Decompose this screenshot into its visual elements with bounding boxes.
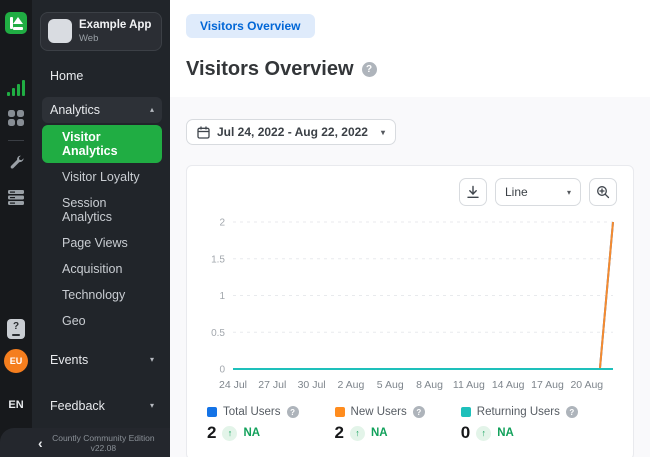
trend-value: NA	[243, 427, 260, 439]
sidebar-item-home[interactable]: Home	[42, 63, 162, 89]
version-text: Countly Community Edition v22.08	[43, 433, 170, 453]
title-help-icon[interactable]: ?	[362, 62, 377, 77]
legend-label: Total Users	[223, 406, 281, 418]
svg-text:0.5: 0.5	[211, 328, 225, 339]
legend-help-icon[interactable]: ?	[413, 406, 425, 418]
legend-help-icon[interactable]: ?	[287, 406, 299, 418]
date-range-value: Jul 24, 2022 - Aug 22, 2022	[217, 125, 368, 139]
plugins-wrench-icon[interactable]	[6, 153, 26, 171]
svg-text:27 Jul: 27 Jul	[258, 379, 286, 391]
visitors-chart-card: Line ▾ 0 0.5 1 1.5 2 24 Jul 27 Jul 30 Jul 2 Aug 5…	[186, 165, 634, 457]
returning-users-swatch	[461, 407, 471, 417]
trend-up-icon: ↑	[222, 426, 237, 441]
date-range-picker[interactable]: Jul 24, 2022 - Aug 22, 2022 ▾	[186, 119, 396, 145]
chevron-down-icon: ▾	[150, 355, 154, 364]
legend-item-total-users[interactable]: Total Users ? 2 ↑ NA	[207, 406, 299, 443]
svg-text:17 Aug: 17 Aug	[531, 379, 564, 391]
chevron-down-icon: ▾	[150, 401, 154, 410]
download-chart-button[interactable]	[459, 178, 487, 206]
svg-text:1: 1	[219, 291, 225, 302]
sidebar-footer-bar: ‹ Countly Community Edition v22.08	[0, 428, 170, 457]
app-type: Web	[79, 33, 151, 44]
app-name: Example App	[79, 19, 151, 33]
svg-text:5 Aug: 5 Aug	[377, 379, 404, 391]
zoom-chart-button[interactable]	[589, 178, 617, 206]
rail-divider	[8, 140, 24, 141]
total-users-swatch	[207, 407, 217, 417]
legend-item-new-users[interactable]: New Users ? 2 ↑ NA	[335, 406, 425, 443]
sidebar-section-analytics[interactable]: Analytics▴	[42, 97, 162, 123]
calendar-icon	[197, 126, 210, 139]
app-thumbnail	[48, 19, 72, 43]
sidebar-item-session-analytics[interactable]: Session Analytics	[42, 191, 162, 229]
management-stack-icon[interactable]	[6, 187, 26, 205]
new-users-value: 2	[335, 423, 344, 443]
legend-help-icon[interactable]: ?	[566, 406, 578, 418]
user-avatar[interactable]: EU	[4, 349, 28, 373]
legend-label: New Users	[351, 406, 407, 418]
left-navigation: ? EU EN Example App Web Home Analytics▴ …	[0, 0, 170, 457]
download-icon	[466, 185, 480, 199]
sidebar-item-page-views[interactable]: Page Views	[42, 231, 162, 255]
chevron-down-icon: ▾	[567, 188, 571, 197]
svg-text:1.5: 1.5	[211, 254, 225, 265]
apps-grid-icon[interactable]	[6, 108, 26, 126]
sidebar: Example App Web Home Analytics▴ Visitor …	[32, 0, 170, 457]
legend-label: Returning Users	[477, 406, 560, 418]
svg-text:2 Aug: 2 Aug	[337, 379, 364, 391]
analytics-bars-icon[interactable]	[6, 78, 26, 96]
sidebar-section-feedback[interactable]: Feedback▾	[42, 393, 162, 419]
sidebar-item-technology[interactable]: Technology	[42, 283, 162, 307]
language-selector[interactable]: EN	[8, 399, 23, 411]
magnifier-plus-icon	[596, 185, 610, 199]
sidebar-item-acquisition[interactable]: Acquisition	[42, 257, 162, 281]
svg-text:20 Aug: 20 Aug	[570, 379, 603, 391]
svg-text:2: 2	[219, 218, 225, 229]
icon-rail: ? EU EN	[0, 0, 32, 457]
trend-value: NA	[497, 427, 514, 439]
sidebar-item-geo[interactable]: Geo	[42, 309, 162, 333]
app-selector[interactable]: Example App Web	[40, 12, 162, 51]
svg-text:14 Aug: 14 Aug	[492, 379, 525, 391]
trend-value: NA	[371, 427, 388, 439]
breadcrumb-badge[interactable]: Visitors Overview	[186, 14, 315, 38]
svg-text:0: 0	[219, 365, 225, 376]
svg-text:8 Aug: 8 Aug	[416, 379, 443, 391]
legend-item-returning-users[interactable]: Returning Users ? 0 ↑ NA	[461, 406, 578, 443]
content-area: Jul 24, 2022 - Aug 22, 2022 ▾ Line ▾ 0 0.…	[170, 97, 650, 457]
returning-users-value: 0	[461, 423, 470, 443]
svg-text:30 Jul: 30 Jul	[298, 379, 326, 391]
main-content: Visitors Overview Visitors Overview ? Ju…	[170, 0, 650, 457]
svg-text:11 Aug: 11 Aug	[453, 379, 485, 391]
new-users-swatch	[335, 407, 345, 417]
page-title: Visitors Overview	[186, 58, 354, 81]
sidebar-item-visitor-loyalty[interactable]: Visitor Loyalty	[42, 165, 162, 189]
help-center-icon[interactable]: ?	[7, 319, 25, 339]
trend-up-icon: ↑	[476, 426, 491, 441]
sidebar-section-events[interactable]: Events▾	[42, 347, 162, 373]
chart-type-value: Line	[505, 185, 528, 199]
chart-legend: Total Users ? 2 ↑ NA New Users ?	[203, 406, 617, 443]
trend-up-icon: ↑	[350, 426, 365, 441]
visitors-overview-chart: 0 0.5 1 1.5 2 24 Jul 27 Jul 30 Jul 2 Aug 5 Aug 8 A…	[203, 212, 617, 394]
sidebar-item-visitor-analytics[interactable]: Visitor Analytics	[42, 125, 162, 163]
svg-text:24 Jul: 24 Jul	[219, 379, 247, 391]
countly-logo[interactable]	[5, 12, 27, 34]
chevron-up-icon: ▴	[150, 105, 154, 114]
chart-type-select[interactable]: Line ▾	[495, 178, 581, 206]
chevron-down-icon: ▾	[381, 128, 385, 137]
total-users-value: 2	[207, 423, 216, 443]
